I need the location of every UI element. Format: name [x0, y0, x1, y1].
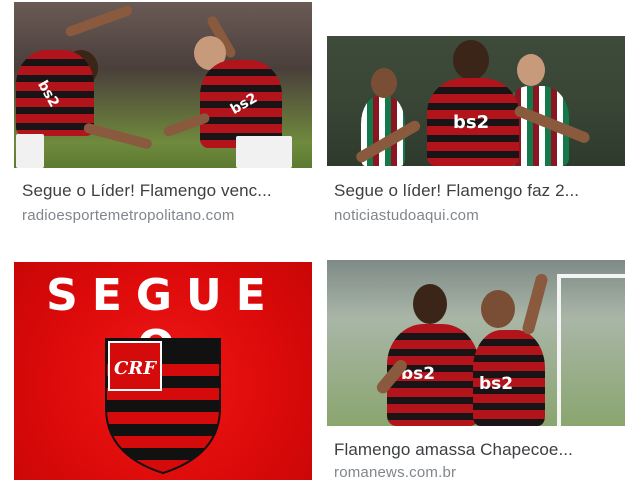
result-thumbnail[interactable]: bs2	[327, 36, 625, 166]
player-shorts	[236, 136, 292, 168]
player-arm	[64, 4, 134, 38]
player-head	[517, 54, 545, 86]
result-source[interactable]: noticiastudoaqui.com	[334, 207, 630, 224]
player-head	[453, 40, 489, 80]
result-title[interactable]: Flamengo amassa Chapecoe...	[334, 440, 630, 460]
image-result-card[interactable]: SEGUE O CRF	[0, 240, 320, 480]
image-result-card[interactable]: bs2 bs2 Segue o Líder! Flamengo venc... …	[0, 0, 320, 240]
result-title[interactable]: Segue o líder! Flamengo faz 2...	[334, 181, 630, 201]
player-jersey: bs2	[473, 330, 545, 426]
result-source[interactable]: radioesportemetropolitano.com	[22, 207, 310, 224]
player-arm	[82, 122, 153, 150]
crest-monogram: CRF	[114, 358, 157, 379]
player-arm	[521, 272, 549, 336]
sponsor-logo: bs2	[479, 374, 514, 394]
result-source[interactable]: romanews.com.br	[334, 464, 630, 481]
player-jersey: bs2	[427, 78, 519, 166]
player-head	[371, 68, 397, 98]
result-thumbnail[interactable]: bs2 bs2	[14, 2, 312, 168]
sponsor-logo: bs2	[34, 77, 63, 111]
result-thumbnail[interactable]: bs2 bs2	[327, 260, 625, 426]
image-result-card[interactable]: bs2 Segue o líder! Flamengo faz 2... not…	[320, 0, 640, 240]
sponsor-logo: bs2	[453, 112, 490, 133]
image-result-card[interactable]: bs2 bs2 Flamengo amassa Chapecoe... roma…	[320, 240, 640, 481]
result-title[interactable]: Segue o Líder! Flamengo venc...	[22, 181, 310, 201]
goal-post	[557, 274, 625, 426]
result-thumbnail[interactable]: SEGUE O CRF	[14, 262, 312, 480]
player-head	[413, 284, 447, 324]
sponsor-logo: bs2	[227, 90, 261, 118]
flamengo-crest-icon: CRF	[105, 338, 221, 475]
player-head	[481, 290, 515, 328]
player-shorts	[16, 134, 44, 168]
player-jersey: bs2	[16, 50, 94, 136]
player-jersey: bs2	[200, 60, 282, 148]
